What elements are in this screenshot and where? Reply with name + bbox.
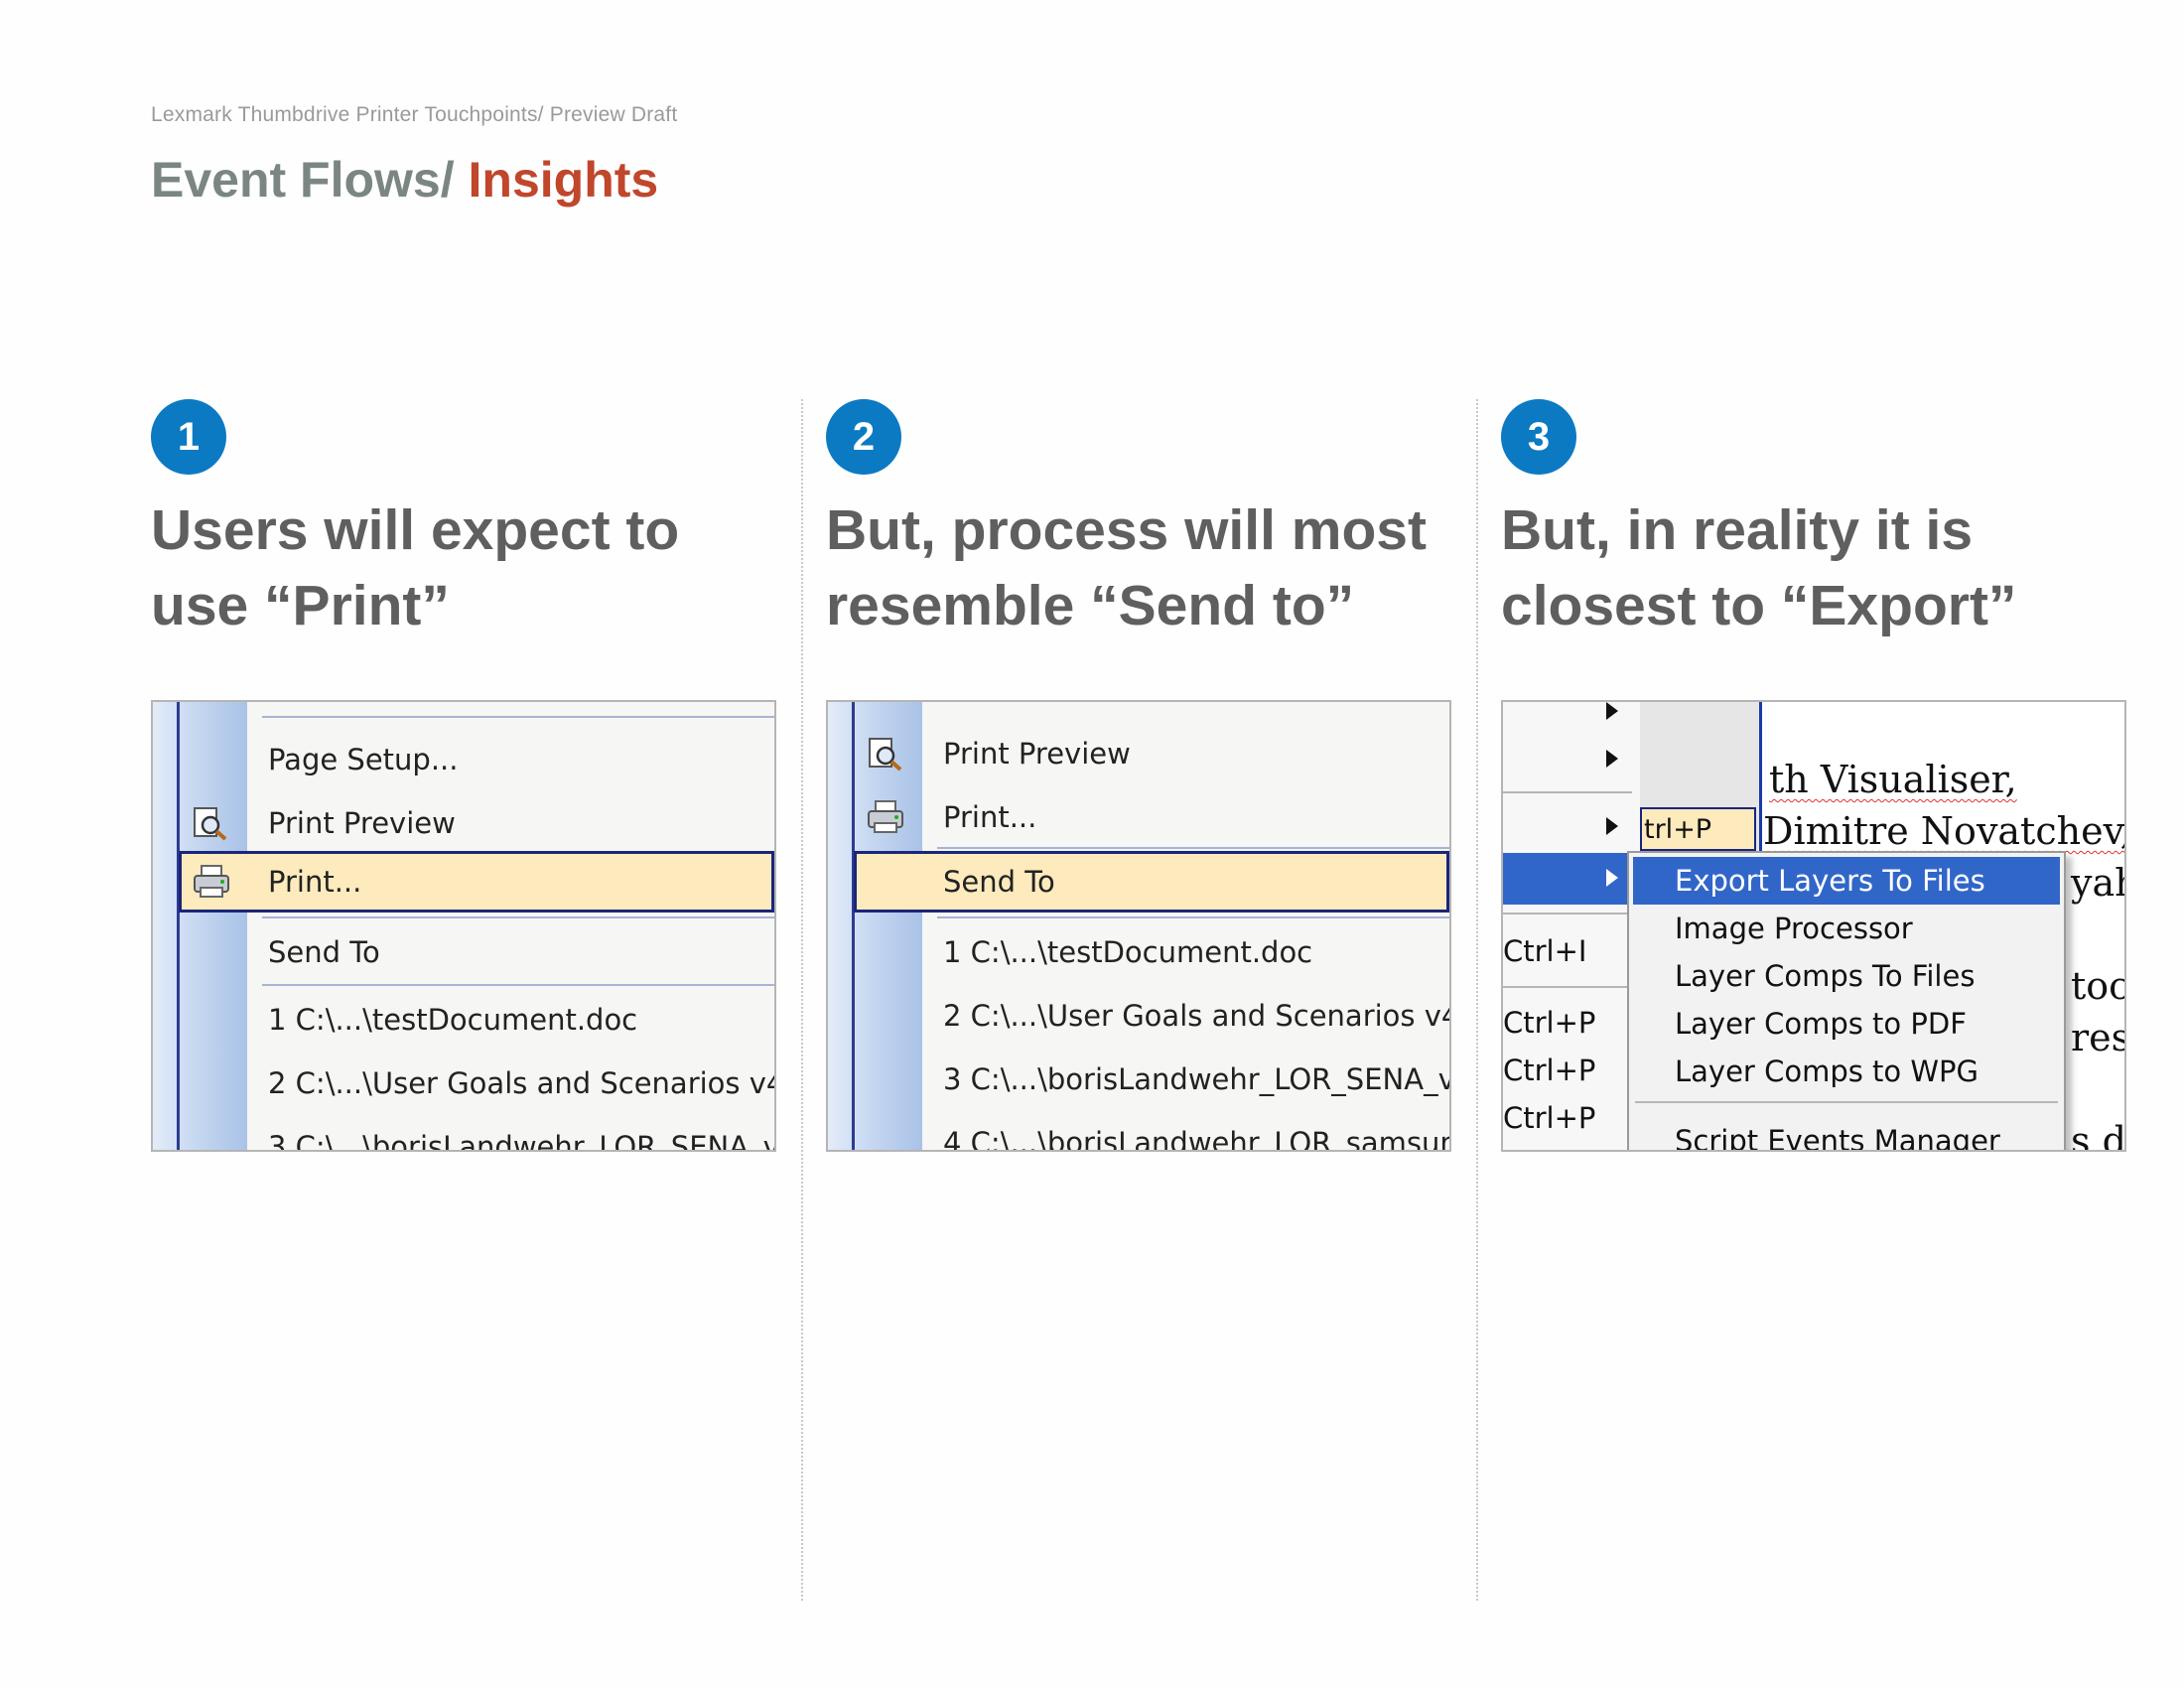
menu-separator	[262, 716, 774, 718]
menu-item-export-layers-to-files[interactable]: Export Layers To Files	[1633, 857, 2060, 905]
menu-item-script-events-manager[interactable]: Script Events Manager	[1633, 1117, 2060, 1152]
menu-separator	[1503, 986, 1632, 988]
document-subtitle: Lexmark Thumbdrive Printer Touchpoints/ …	[151, 103, 678, 126]
menu-separator	[262, 984, 774, 986]
printer-icon	[866, 799, 905, 835]
menu-item-label: 4 C:\...\borisLandwehr_LOR_samsunc	[943, 1126, 1451, 1152]
document-text: th Visualiser,	[1769, 758, 2017, 801]
column-1-heading: Users will expect to use “Print”	[151, 498, 680, 637]
shortcut-ctrl-i: Ctrl+I	[1503, 934, 1587, 968]
column-3: 3 But, in reality it is closest to “Expo…	[1501, 399, 2136, 643]
menu-item-send-to[interactable]: Send To	[153, 924, 774, 980]
menu-separator	[1635, 1101, 2058, 1103]
title-accent: Insights	[468, 152, 659, 208]
recent-file-3[interactable]: 3 C:\...\borisLandwehr_LOR_SENA_v(	[828, 1052, 1449, 1107]
shortcut-ctrl-p: Ctrl+P	[1503, 1006, 1596, 1040]
column-divider-1	[801, 399, 803, 1601]
column-divider-2	[1476, 399, 1478, 1601]
title-main: Event Flows/	[151, 152, 469, 208]
menu-item-send-to[interactable]: Send To	[854, 851, 1449, 913]
highlighted-shortcut: trl+P	[1640, 807, 1756, 851]
menu-item-label: 2 C:\...\User Goals and Scenarios v4 d	[943, 999, 1451, 1033]
menu-item-label: Send To	[943, 865, 1055, 899]
menu-item-print-preview[interactable]: Print Preview	[828, 726, 1449, 781]
menu-item-label: 1 C:\...\testDocument.doc	[268, 1003, 638, 1037]
column-2-heading: But, process will most resemble “Send to…	[826, 498, 1427, 637]
step-badge-3: 3	[1501, 399, 1576, 475]
column-2: 2 But, process will most resemble “Send …	[826, 399, 1461, 643]
printer-icon	[192, 864, 231, 900]
menu-item-label: Print...	[268, 865, 362, 899]
menu-item-layer-comps-to-files[interactable]: Layer Comps To Files	[1633, 952, 2060, 1000]
page-title: Event Flows/ Insights	[151, 151, 658, 209]
menu-item-print[interactable]: Print...	[179, 851, 774, 913]
menu-item-layer-comps-to-wpg[interactable]: Layer Comps to WPG	[1633, 1048, 2060, 1095]
step-badge-2: 2	[826, 399, 901, 475]
menu-separator	[937, 847, 1449, 849]
menu-item-label: Layer Comps To Files	[1675, 959, 1976, 993]
column-3-heading: But, in reality it is closest to “Export…	[1501, 498, 2017, 637]
recent-file-2[interactable]: 2 C:\...\User Goals and Scenarios v4 d	[828, 988, 1449, 1044]
submenu-arrow-icon	[1606, 869, 1618, 887]
menu-item-page-setup[interactable]: Page Setup...	[153, 732, 774, 787]
recent-file-1[interactable]: 1 C:\...\testDocument.doc	[828, 924, 1449, 980]
shortcut-ctrl-p: Ctrl+P	[1503, 1054, 1596, 1087]
menu-item-label: Script Events Manager	[1675, 1124, 2000, 1152]
document-text: toc	[2071, 964, 2126, 1008]
menu-item-image-processor[interactable]: Image Processor	[1633, 905, 2060, 952]
menu-item-label: Layer Comps to PDF	[1675, 1007, 1967, 1041]
menu-item-label: 2 C:\...\User Goals and Scenarios v4 d	[268, 1066, 776, 1100]
menu-separator	[937, 916, 1449, 918]
menu-item-label: Page Setup...	[268, 743, 459, 776]
menu-item-label: Print Preview	[943, 737, 1131, 771]
step-badge-1: 1	[151, 399, 226, 475]
document-text: s di	[2071, 1119, 2126, 1152]
menu-item-label: Layer Comps to WPG	[1675, 1055, 1979, 1088]
menu-item-label: 1 C:\...\testDocument.doc	[943, 935, 1313, 969]
recent-file-3[interactable]: 3 C:\...\borisLandwehr_LOR_SENA_v(	[153, 1119, 776, 1152]
print-menu-screenshot: Page Setup... Print Preview Print... Sen…	[151, 700, 776, 1152]
menu-item-print-preview[interactable]: Print Preview	[153, 795, 774, 851]
recent-file-1[interactable]: 1 C:\...\testDocument.doc	[153, 992, 774, 1048]
column-1: 1 Users will expect to use “Print”	[151, 399, 786, 643]
menu-separator	[1503, 791, 1632, 793]
export-menu-screenshot: Ctrl+I Ctrl+P Ctrl+P Ctrl+P trl+P th Vis…	[1501, 700, 2126, 1152]
shortcut-ctrl-p: Ctrl+P	[1503, 1101, 1596, 1135]
send-to-menu-screenshot: Print Preview Print... Send To 1 C:\...\…	[826, 700, 1451, 1152]
document-text: yah	[2071, 861, 2124, 905]
menu-item-label: Image Processor	[1675, 912, 1913, 945]
submenu-arrow-icon	[1606, 702, 1618, 720]
menu-item-label: Print...	[943, 800, 1037, 834]
submenu-arrow-icon	[1606, 750, 1618, 768]
menu-separator	[1503, 913, 1632, 914]
menu-separator	[262, 916, 774, 918]
document-text: Dimitre Novatchev, A	[1763, 809, 2126, 853]
menu-item-label: 3 C:\...\borisLandwehr_LOR_SENA_v(	[943, 1062, 1451, 1096]
scripts-submenu: Export Layers To Files Image Processor L…	[1627, 851, 2066, 1152]
submenu-arrow-icon	[1606, 817, 1618, 835]
menu-item-label: Send To	[268, 935, 380, 969]
recent-file-4[interactable]: 4 C:\...\borisLandwehr_LOR_samsunc	[828, 1115, 1451, 1152]
menu-item-label: 3 C:\...\borisLandwehr_LOR_SENA_v(	[268, 1130, 776, 1152]
print-preview-icon	[191, 805, 230, 841]
menu-item-label: Export Layers To Files	[1675, 864, 1985, 898]
recent-file-2[interactable]: 2 C:\...\User Goals and Scenarios v4 d	[153, 1055, 774, 1111]
menu-item-layer-comps-to-pdf[interactable]: Layer Comps to PDF	[1633, 1000, 2060, 1048]
print-preview-icon	[866, 736, 905, 772]
menu-item-label: Print Preview	[268, 806, 456, 840]
document-text: res	[2071, 1016, 2126, 1059]
menu-item-print[interactable]: Print...	[828, 789, 1449, 845]
